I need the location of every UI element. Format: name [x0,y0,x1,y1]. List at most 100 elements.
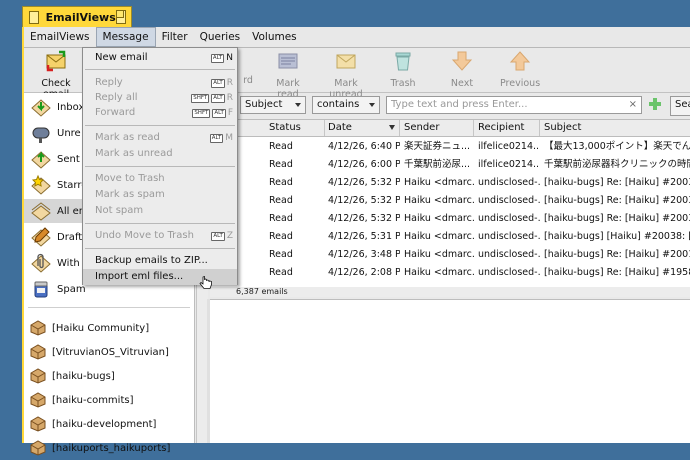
shortcut-key: R [226,78,233,88]
menu-filter[interactable]: Filter [156,27,194,47]
table-row[interactable]: Read 4/12/26, 5:32 PM Haiku <dmarc... undis… [210,192,690,210]
shortcut: SHFT ALT R [191,90,233,106]
starred-icon [31,174,51,195]
menu-item-label: Mark as unread [95,148,173,159]
folder-icon [30,320,46,336]
menu-item-label: Reply all [95,92,138,103]
menu-item-mark-as-read[interactable]: Mark as read ALT M [83,130,237,146]
cell-subject: [haiku-bugs] Re: [Haiku] #20018: Issue w… [544,249,690,260]
folder-icon [30,416,46,432]
menu-separator [85,69,235,70]
sidebar-folder[interactable]: [haiku-commits] [30,388,133,412]
sidebar-folder[interactable]: [haiku-development] [30,412,156,436]
sidebar-item-spam[interactable]: Spam [30,277,86,301]
menu-emailviews[interactable]: EmailViews [24,27,96,47]
search-button[interactable]: Sea [670,96,690,116]
sidebar-folder[interactable]: [haikuports_haikuports] [30,436,170,460]
window-tab[interactable]: EmailViews [22,6,132,27]
cell-status: Read [269,159,293,170]
menu-item-move-to-trash[interactable]: Move to Trash [83,171,237,187]
mark-read-button[interactable]: Mark read [266,50,310,100]
shortcut: ALT Z [211,228,233,244]
header-sender[interactable]: Sender [400,120,474,136]
menu-message[interactable]: Message [95,27,156,47]
search-input[interactable]: Type text and press Enter... × [386,96,642,114]
chevron-down-icon [295,103,301,107]
next-button[interactable]: Next [448,50,476,89]
forward-button[interactable]: rd [238,50,258,86]
menu-item-backup[interactable]: Backup emails to ZIP... [83,253,237,269]
cell-subject: [haiku-bugs] [Haiku] #20038: [Tracker] [544,231,690,242]
sidebar-folder[interactable]: [Haiku Community] [30,316,149,340]
table-row[interactable]: Read 4/12/26, 6:40 PM 楽天証券ニュ... ilfelice021… [210,138,690,156]
cell-recipient: undisclosed-... [478,249,540,260]
header-subject[interactable]: Subject [540,120,690,136]
sidebar-item-inbox[interactable]: Inbox [30,95,84,119]
menu-item-new-email[interactable]: New email ALT N [83,50,237,66]
search-operator-select[interactable]: contains [312,96,380,114]
cell-sender: Haiku <dmarc... [404,195,474,206]
attachment-icon [31,253,51,273]
table-hscrollbar[interactable] [328,287,690,297]
sidebar-folder[interactable]: [haiku-bugs] [30,364,115,388]
cell-date: 4/12/26, 5:32 PM [328,195,400,206]
trash-button[interactable]: Trash [388,50,418,89]
sidebar-item-label: Sent [57,153,80,165]
table-row[interactable]: Read 4/12/26, 3:48 PM Haiku <dmarc... undis… [210,246,690,264]
sidebar-folder-label: [haiku-development] [52,418,157,430]
sidebar-item-label: With [57,257,80,269]
cell-sender: Haiku <dmarc... [404,267,474,278]
menu-item-label: Forward [95,107,136,118]
menu-item-undo-move[interactable]: Undo Move to Trash ALT Z [83,228,237,244]
table-row[interactable]: Read 4/12/26, 5:32 PM Haiku <dmarc... undis… [210,174,690,192]
sidebar-item-unread[interactable]: Unre [30,121,81,145]
menu-item-forward[interactable]: Forward SHFT ALT F [83,105,237,121]
close-box[interactable] [29,10,39,24]
cell-sender: Haiku <dmarc... [404,213,474,224]
menu-separator [85,248,235,249]
table-row[interactable]: Read 4/12/26, 2:08 PM Haiku <dmarc... undis… [210,264,690,282]
menu-item-import[interactable]: Import eml files... [83,269,237,285]
arrow-up-icon [509,51,531,71]
menu-item-not-spam[interactable]: Not spam [83,203,237,219]
cell-status: Read [269,231,293,242]
window-title: EmailViews [45,10,116,24]
sidebar-item-sent[interactable]: Sent [30,147,80,171]
menu-item-label: Not spam [95,205,144,216]
zoom-box[interactable] [115,10,126,24]
sidebar-item-label: Unre [57,127,81,139]
menu-item-label: Backup emails to ZIP... [95,255,208,266]
menu-item-mark-as-unread[interactable]: Mark as unread [83,146,237,162]
mark-unread-button[interactable]: Mark unread [318,50,374,100]
menu-item-reply-all[interactable]: Reply all SHFT ALT R [83,90,237,106]
drafts-icon [31,227,51,247]
table-row[interactable]: Read 4/12/26, 6:00 PM 千葉駅前泌尿... ilfelice021… [210,156,690,174]
clear-search-icon[interactable]: × [629,97,637,113]
email-count-text: 6,387 emails [236,287,288,296]
table-row[interactable]: Read 4/12/26, 5:32 PM Haiku <dmarc... undis… [210,210,690,228]
arrow-down-icon [451,51,473,71]
add-filter-icon[interactable] [648,97,662,111]
header-status[interactable]: Status [265,120,325,136]
menu-item-label: Import eml files... [95,271,184,282]
sidebar-folder[interactable]: [VitruvianOS_Vitruvian] [30,340,169,364]
cell-recipient: undisclosed-... [478,267,540,278]
menu-volumes[interactable]: Volumes [246,27,303,47]
menu-item-reply[interactable]: Reply ALT R [83,75,237,91]
sidebar-item-starred[interactable]: Starre [30,173,87,197]
header-date[interactable]: Date [324,120,400,136]
search-row: Subject contains Type text and press Ent… [210,95,690,117]
search-field-select[interactable]: Subject [240,96,306,114]
previous-button[interactable]: Previous [500,50,540,89]
spam-icon [34,281,48,298]
menu-item-mark-as-spam[interactable]: Mark as spam [83,187,237,203]
mark-read-icon [278,53,298,69]
header-recipient[interactable]: Recipient [474,120,540,136]
cell-status: Read [269,177,293,188]
menu-queries[interactable]: Queries [194,27,247,47]
sidebar-item-with-attachments[interactable]: With [30,251,80,275]
table-row[interactable]: Read 4/12/26, 5:31 PM Haiku <dmarc... undis… [210,228,690,246]
sidebar-folder-label: [haiku-commits] [52,394,134,406]
all-emails-icon [31,202,51,221]
sidebar-item-drafts[interactable]: Draft [30,225,82,249]
